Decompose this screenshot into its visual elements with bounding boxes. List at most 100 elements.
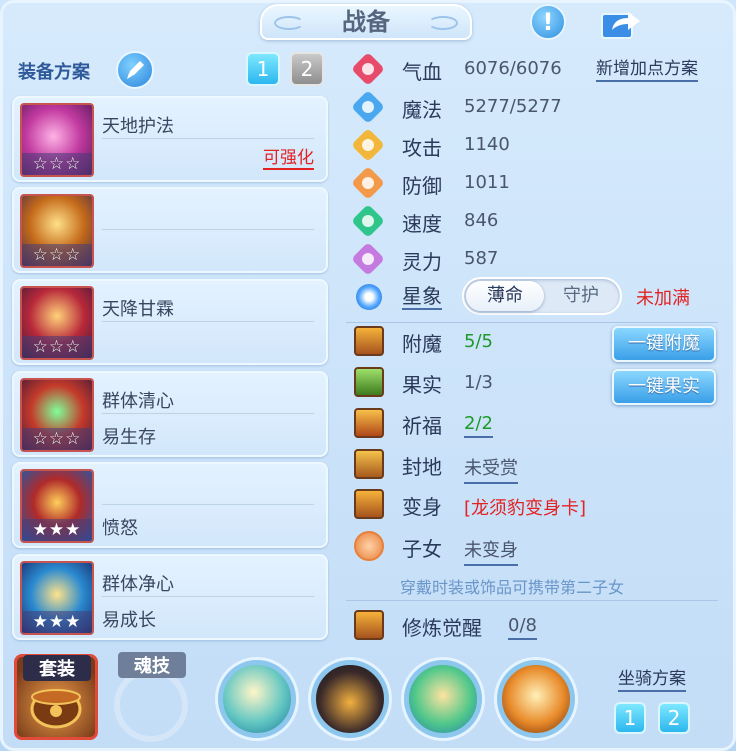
skill-slot-4-icon[interactable] xyxy=(497,660,575,738)
shield-icon xyxy=(351,166,385,200)
star-rating: ☆☆☆ xyxy=(22,428,92,450)
swirl-ornament-left xyxy=(274,16,304,30)
stat-row: 速度 846 xyxy=(351,204,592,239)
mount-plan-tab-1[interactable]: 1 xyxy=(614,702,646,734)
equipment-slot-3[interactable]: ☆☆☆ 天降甘霖 xyxy=(12,279,328,365)
extra-label: 果实 xyxy=(402,373,442,397)
equipment-icon[interactable]: ★★★ xyxy=(20,469,94,543)
pencil-icon xyxy=(127,61,144,79)
stat-value: 1140 xyxy=(464,134,510,155)
bless-icon xyxy=(354,408,384,438)
equipment-skill-2: 愤怒 xyxy=(102,518,138,539)
stat-value: 1011 xyxy=(464,172,510,193)
card-divider xyxy=(102,504,314,505)
equipment-plan-label: 装备方案 xyxy=(18,62,90,83)
one-click-enchant-button[interactable]: 一键附魔 xyxy=(612,326,716,362)
star-sign-toggle[interactable]: 薄命 守护 xyxy=(462,277,622,315)
new-point-plan-link[interactable]: 新增加点方案 xyxy=(596,58,698,82)
one-click-fruit-button[interactable]: 一键果实 xyxy=(612,369,716,405)
stat-row: 气血 6076/6076 xyxy=(351,52,592,87)
card-divider xyxy=(102,413,314,414)
upgradeable-link[interactable]: 可强化 xyxy=(263,148,314,170)
stat-value: 5277/5277 xyxy=(464,96,562,117)
skill-slot-2-icon[interactable] xyxy=(311,660,389,738)
star-rating: ☆☆☆ xyxy=(22,244,92,266)
cultivate-value-link[interactable]: 0/8 xyxy=(508,615,537,640)
card-divider xyxy=(102,596,314,597)
stat-label: 魔法 xyxy=(402,98,442,122)
extra-label: 祈福 xyxy=(402,414,442,438)
star-sign-option-active[interactable]: 薄命 xyxy=(466,281,544,311)
mount-plan-tab-2[interactable]: 2 xyxy=(658,702,690,734)
fruit-icon xyxy=(354,367,384,397)
extra-value: 1/3 xyxy=(464,372,493,393)
skill-slot-1-icon[interactable] xyxy=(218,660,296,738)
help-button[interactable]: ! xyxy=(530,4,566,40)
equipment-icon[interactable]: ☆☆☆ xyxy=(20,194,94,268)
swirl-ornament-right xyxy=(428,16,458,30)
cultivate-label: 修炼觉醒 xyxy=(402,616,482,640)
speed-icon xyxy=(351,204,385,238)
equipment-icon[interactable]: ☆☆☆ xyxy=(20,286,94,360)
equipment-slot-1[interactable]: ☆☆☆ 天地护法可强化 xyxy=(12,96,328,182)
stat-value: 846 xyxy=(464,210,499,231)
extra-value[interactable]: 未变身 xyxy=(464,536,518,566)
skill-slot-3-icon[interactable] xyxy=(404,660,482,738)
star-sign-icon xyxy=(356,284,382,310)
share-icon[interactable] xyxy=(600,6,642,40)
soul-skill-label: 魂技 xyxy=(118,652,186,678)
equipment-slot-4[interactable]: ☆☆☆ 群体清心 易生存 xyxy=(12,371,328,457)
suit-button[interactable]: 套装 xyxy=(14,654,98,740)
shield-icon-glyph xyxy=(362,177,374,189)
star-sign-link[interactable]: 星象 xyxy=(402,284,442,310)
stat-value: 587 xyxy=(464,248,499,269)
equipment-icon[interactable]: ☆☆☆ xyxy=(20,103,94,177)
equipment-skill-1: 天地护法 xyxy=(102,116,174,137)
cultivate-icon xyxy=(354,610,384,640)
fief-icon xyxy=(354,449,384,479)
heart-icon xyxy=(351,52,385,86)
heart-icon-glyph xyxy=(362,63,374,75)
extra-value[interactable]: 2/2 xyxy=(464,413,493,438)
extra-label: 变身 xyxy=(402,495,442,519)
spirit-icon-glyph xyxy=(362,253,374,265)
spirit-icon xyxy=(351,242,385,276)
equipment-plan-tab-1[interactable]: 1 xyxy=(246,52,280,86)
stat-label: 攻击 xyxy=(402,136,442,160)
stat-label: 灵力 xyxy=(402,250,442,274)
equipment-skill-2: 易生存 xyxy=(102,427,156,448)
mana-icon xyxy=(351,90,385,124)
extra-value[interactable]: 未受赏 xyxy=(464,454,518,484)
star-rating: ☆☆☆ xyxy=(22,153,92,175)
child-icon xyxy=(354,531,384,561)
star-sign-option-inactive[interactable]: 守护 xyxy=(542,281,620,311)
bottom-bar: 套装 魂技 坐骑方案 1 2 xyxy=(6,650,730,746)
stat-row: 魔法 5277/5277 xyxy=(351,90,592,125)
equipment-icon[interactable]: ★★★ xyxy=(20,561,94,635)
card-divider xyxy=(102,321,314,322)
card-divider xyxy=(102,138,314,139)
equipment-skill-1: 群体净心 xyxy=(102,574,174,595)
equipment-slot-6[interactable]: ★★★ 群体净心 易成长 xyxy=(12,554,328,640)
sword-icon-glyph xyxy=(362,139,374,151)
mana-icon-glyph xyxy=(362,101,374,113)
equipment-skill-1: 天降甘霖 xyxy=(102,299,174,320)
equipment-icon[interactable]: ☆☆☆ xyxy=(20,378,94,452)
edit-plan-button[interactable] xyxy=(116,51,154,89)
extra-label: 子女 xyxy=(402,537,442,561)
stat-label: 气血 xyxy=(402,60,442,84)
star-sign-status: 未加满 xyxy=(636,288,690,309)
stat-row: 攻击 1140 xyxy=(351,128,592,163)
sword-icon xyxy=(351,128,385,162)
stat-value: 6076/6076 xyxy=(464,58,562,79)
card-divider xyxy=(102,229,314,230)
soul-skill-button[interactable]: 魂技 xyxy=(110,652,194,742)
equipment-plan-tab-2[interactable]: 2 xyxy=(290,52,324,86)
page-title: 战备 xyxy=(260,4,472,40)
mount-plan-link[interactable]: 坐骑方案 xyxy=(618,668,686,692)
equipment-slot-2[interactable]: ☆☆☆ xyxy=(12,187,328,273)
equipment-slot-5[interactable]: ★★★ 愤怒 xyxy=(12,462,328,548)
section-divider xyxy=(346,600,718,601)
extra-value: [龙须豹变身卡] xyxy=(464,498,587,519)
star-rating: ★★★ xyxy=(22,611,92,633)
